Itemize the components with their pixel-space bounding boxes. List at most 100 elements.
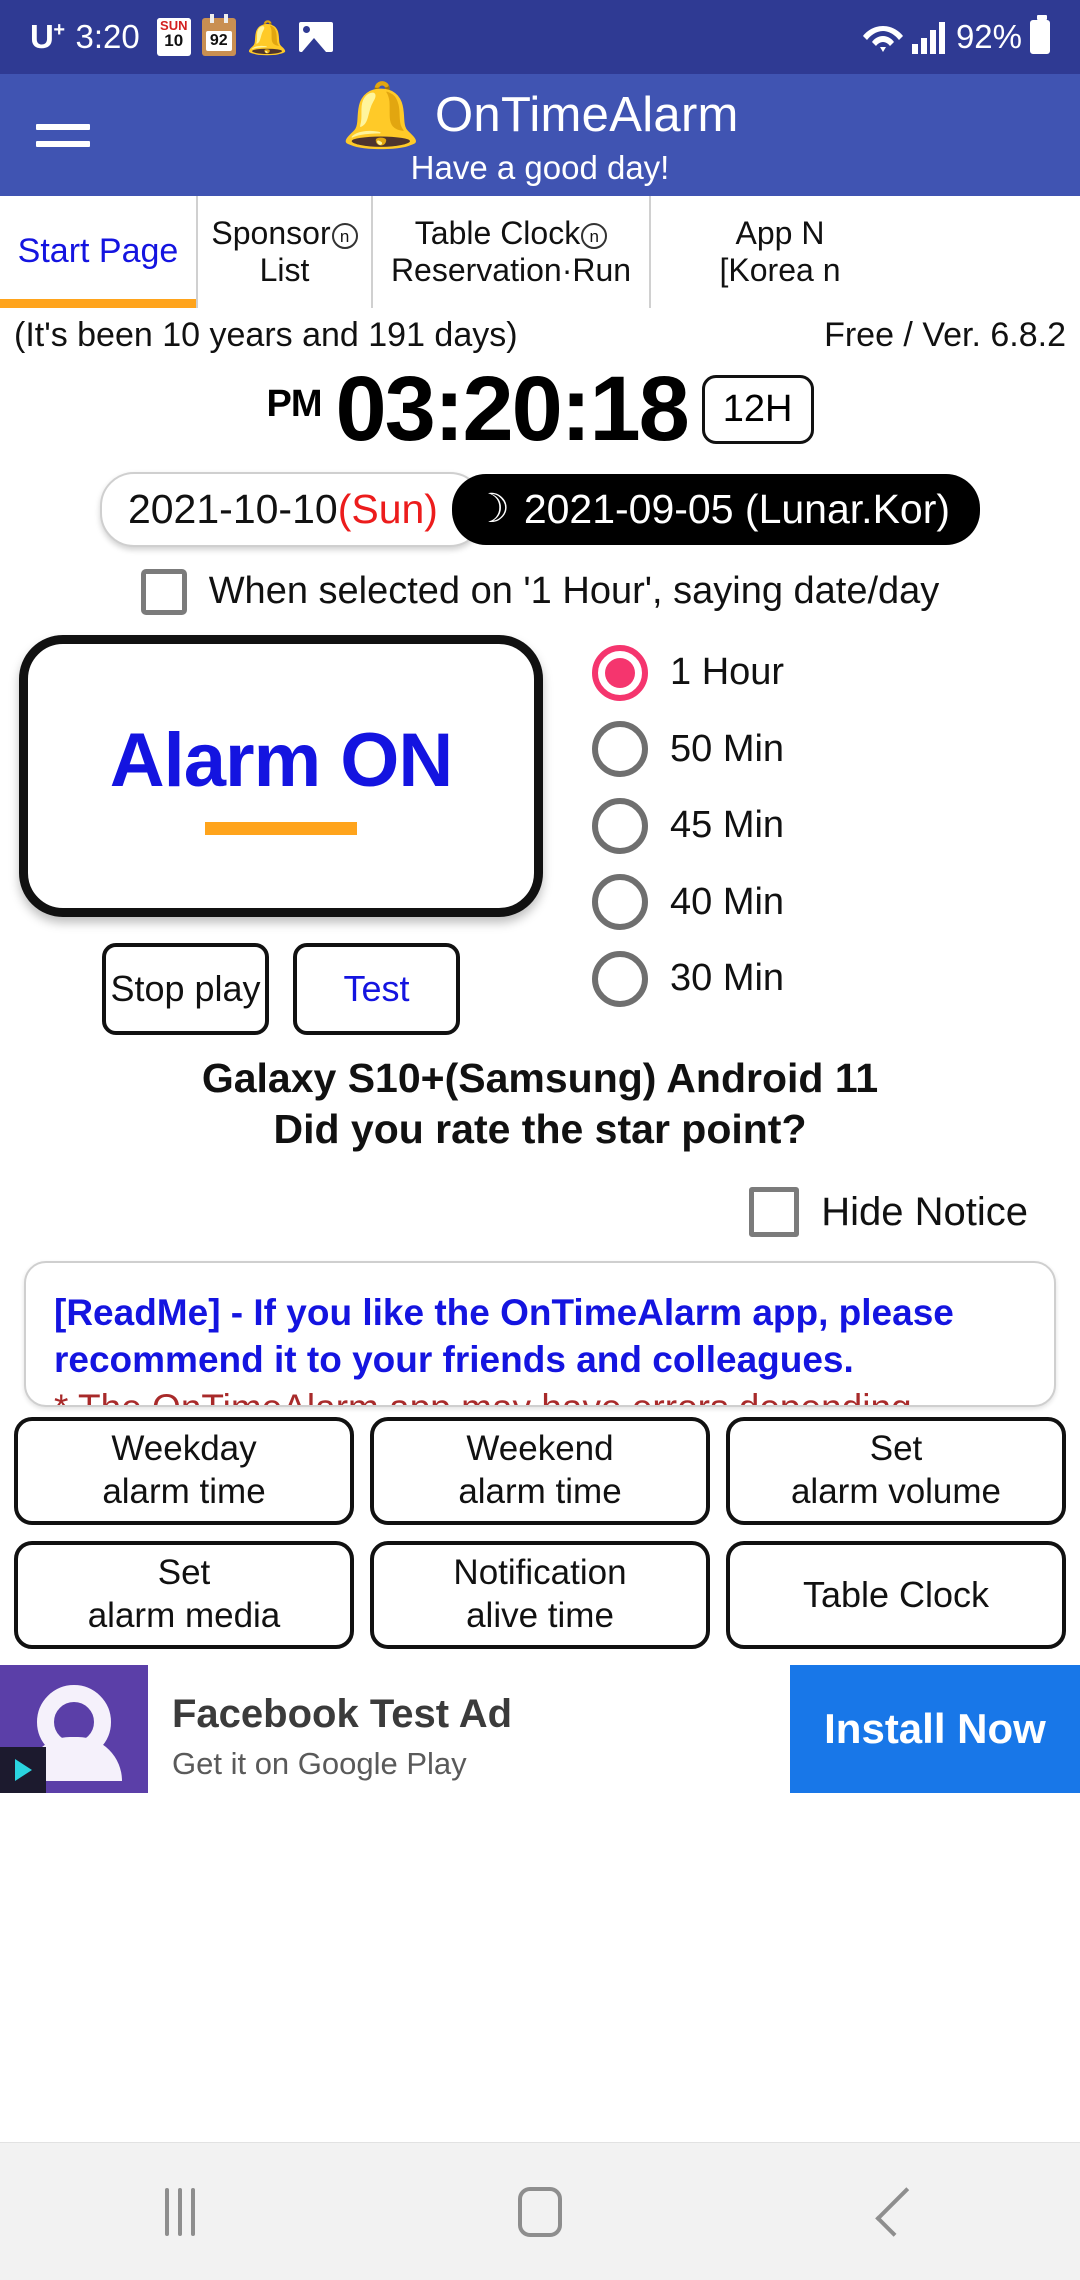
- clock-row: PM 03:20:18 12H: [0, 361, 1080, 458]
- hour-option-row[interactable]: When selected on '1 Hour', saying date/d…: [0, 568, 1080, 615]
- ampm-label: PM: [266, 383, 323, 425]
- tab-sublabel: Reservation·Run: [390, 252, 632, 288]
- back-icon[interactable]: [875, 2186, 925, 2237]
- bell-icon: 🔔: [341, 79, 421, 151]
- tab-sublabel: [Korea n: [719, 252, 841, 288]
- stop-play-button[interactable]: Stop play: [102, 942, 269, 1035]
- app-title: OnTimeAlarm: [434, 88, 739, 142]
- test-button[interactable]: Test: [293, 942, 460, 1035]
- notepad-icon: 92: [201, 14, 236, 56]
- app-subtitle: Have a good day!: [410, 149, 670, 186]
- radio-option-30-min[interactable]: 30 Min: [592, 950, 1064, 1007]
- radio-label: 45 Min: [670, 804, 785, 847]
- weekday-alarm-time-button[interactable]: Weekday alarm time: [14, 1417, 354, 1526]
- tab-label: Sponsor n: [211, 215, 358, 252]
- system-nav-bar: [0, 2142, 1080, 2280]
- tab-label: Start Page: [17, 232, 179, 271]
- phone-screen: U+ 3:20 SUN 10 92 🔔 92% 🔔 OnTimeAlarm Ha…: [0, 0, 1080, 2280]
- nav-back-button[interactable]: [800, 2186, 1000, 2237]
- radio-dot-icon[interactable]: [592, 721, 648, 778]
- new-badge-icon: n: [581, 222, 608, 249]
- solar-date-value: 2021-10-10: [127, 485, 338, 532]
- button-line-2: alarm time: [458, 1472, 622, 1512]
- time-format-toggle[interactable]: 12H: [701, 374, 814, 444]
- moon-icon: ☽: [473, 487, 510, 532]
- radio-label: 1 Hour: [670, 651, 785, 694]
- hamburger-menu-icon[interactable]: [36, 123, 90, 147]
- ad-banner[interactable]: Facebook Test Ad Get it on Google Play I…: [0, 1665, 1080, 1794]
- elapsed-label: (It's been 10 years and 191 days): [14, 316, 518, 354]
- weekend-alarm-time-button[interactable]: Weekend alarm time: [370, 1417, 710, 1526]
- alarm-area: Alarm ON Stop play Test 1 Hour 50 Min 45…: [0, 634, 1080, 1035]
- notice-line-3: * The OnTimeAlarm app may have errors de…: [54, 1384, 1026, 1405]
- tab-start-page[interactable]: Start Page: [0, 196, 198, 308]
- alarm-toggle-button[interactable]: Alarm ON: [19, 634, 543, 917]
- ad-app-icon: [0, 1665, 148, 1794]
- device-model-label: Galaxy S10+(Samsung) Android 11: [201, 1054, 879, 1101]
- say-date-day-label: When selected on '1 Hour', saying date/d…: [208, 570, 940, 613]
- hide-notice-checkbox[interactable]: [749, 1187, 800, 1238]
- radio-option-40-min[interactable]: 40 Min: [592, 874, 1064, 931]
- radio-dot-icon[interactable]: [592, 950, 648, 1007]
- radio-label: 30 Min: [670, 957, 785, 1000]
- calendar-icon: SUN 10: [156, 18, 191, 56]
- tab-label: App N: [735, 214, 825, 251]
- hide-notice-label: Hide Notice: [821, 1189, 1028, 1234]
- radio-option-45-min[interactable]: 45 Min: [592, 797, 1064, 854]
- notice-line-1: [ReadMe] - If you like the OnTimeAlarm a…: [54, 1292, 954, 1334]
- lunar-date-pill[interactable]: ☽ 2021-09-05 (Lunar.Kor): [451, 473, 981, 545]
- ad-choices-icon[interactable]: [0, 1747, 46, 1794]
- image-icon: [298, 22, 333, 52]
- signal-icon: [911, 20, 948, 54]
- notice-panel[interactable]: [ReadMe] - If you like the OnTimeAlarm a…: [24, 1261, 1056, 1408]
- radio-option-1-hour[interactable]: 1 Hour: [592, 644, 1064, 701]
- alarm-bell-icon: 🔔: [246, 18, 288, 56]
- test-label: Test: [343, 967, 410, 1009]
- ad-install-button[interactable]: Install Now: [790, 1665, 1080, 1794]
- button-line-1: Set: [157, 1553, 211, 1593]
- button-line-1: Table Clock: [802, 1574, 990, 1616]
- hide-notice-row[interactable]: Hide Notice: [0, 1187, 1080, 1238]
- solar-date-pill[interactable]: 2021-10-10(Sun): [99, 471, 484, 547]
- button-line-2: alarm media: [87, 1596, 281, 1636]
- button-line-1: Weekday: [111, 1429, 257, 1469]
- status-bar-clock: 3:20: [75, 18, 140, 55]
- battery-percent-label: 92%: [955, 18, 1022, 55]
- stop-play-label: Stop play: [110, 967, 261, 1009]
- button-line-1: Notification: [453, 1553, 627, 1593]
- status-bar: U+ 3:20 SUN 10 92 🔔 92%: [0, 0, 1080, 74]
- button-line-1: Set: [869, 1429, 923, 1469]
- tab-table-clock[interactable]: Table Clock n Reservation·Run: [373, 196, 651, 308]
- set-alarm-volume-button[interactable]: Set alarm volume: [726, 1417, 1066, 1526]
- ad-install-label: Install Now: [824, 1705, 1046, 1753]
- table-clock-button[interactable]: Table Clock: [726, 1541, 1066, 1650]
- version-label: Free / Ver. 6.8.2: [824, 316, 1066, 354]
- button-line-2: alarm volume: [790, 1472, 1002, 1512]
- settings-button-grid: Weekday alarm time Weekend alarm time Se…: [0, 1407, 1080, 1650]
- radio-option-50-min[interactable]: 50 Min: [592, 721, 1064, 778]
- notice-line-2: recommend it to your friends and colleag…: [54, 1339, 854, 1381]
- say-date-day-checkbox[interactable]: [140, 568, 187, 615]
- set-alarm-media-button[interactable]: Set alarm media: [14, 1541, 354, 1650]
- alarm-underline-bar: [205, 821, 357, 835]
- radio-dot-icon[interactable]: [592, 644, 648, 701]
- info-row: (It's been 10 years and 191 days) Free /…: [0, 308, 1080, 355]
- carrier-label: U+: [30, 18, 65, 55]
- radio-dot-icon[interactable]: [592, 874, 648, 931]
- tab-app-notice[interactable]: App N [Korea n: [651, 196, 861, 308]
- recents-icon[interactable]: [165, 2187, 195, 2236]
- button-line-1: Weekend: [466, 1429, 614, 1469]
- solar-day-of-week: (Sun): [337, 485, 438, 532]
- nav-recents-button[interactable]: [80, 2187, 280, 2236]
- radio-dot-icon[interactable]: [592, 797, 648, 854]
- battery-icon: [1030, 15, 1050, 54]
- date-row: 2021-10-10(Sun) ☽ 2021-09-05 (Lunar.Kor): [0, 471, 1080, 547]
- nav-home-button[interactable]: [440, 2186, 640, 2237]
- home-icon[interactable]: [518, 2186, 562, 2237]
- rate-prompt-label: Did you rate the star point?: [273, 1105, 807, 1152]
- tab-label: Table Clock n: [415, 215, 608, 252]
- tab-sponsor-list[interactable]: Sponsor n List: [198, 196, 373, 308]
- tab-bar: Start Page Sponsor n List Table Clock n Re…: [0, 196, 1080, 308]
- content-bottom-spacer: [0, 2120, 1080, 2142]
- notification-alive-time-button[interactable]: Notification alive time: [370, 1541, 710, 1650]
